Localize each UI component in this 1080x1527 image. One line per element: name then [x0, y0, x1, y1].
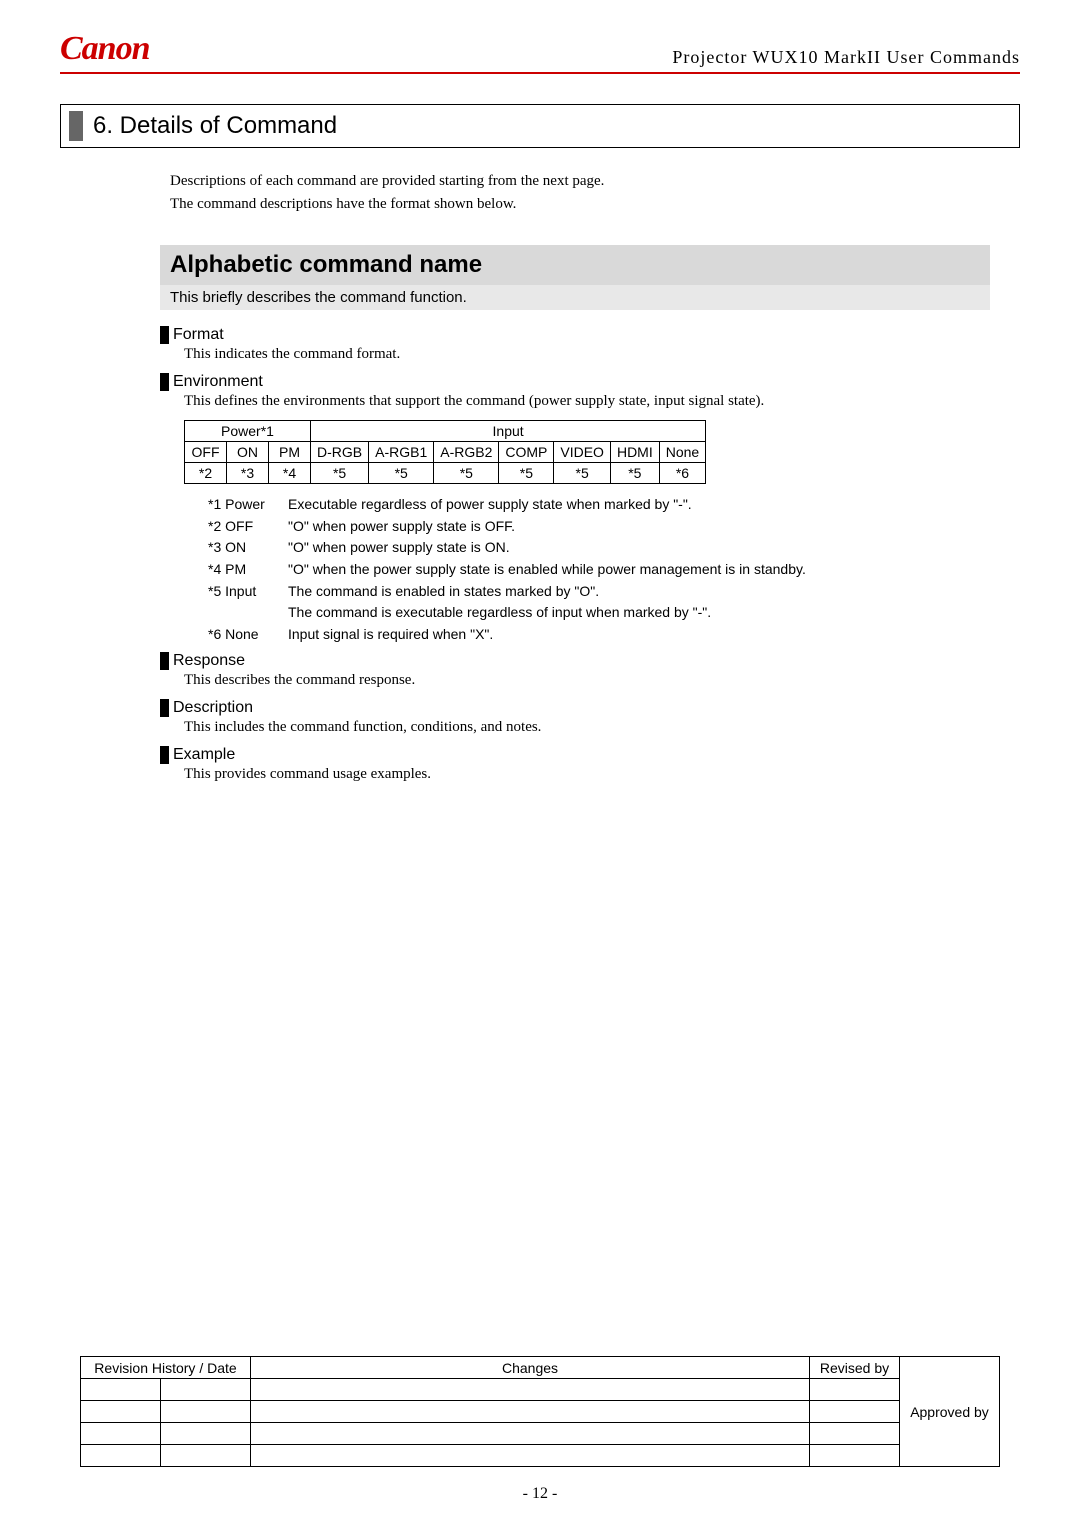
response-desc: This describes the command response.	[184, 672, 1020, 689]
format-desc: This indicates the command format.	[184, 346, 1020, 363]
env-val: *5	[369, 463, 434, 484]
note-val: The command is executable regardless of …	[288, 602, 711, 624]
note-key: *1 Power	[208, 494, 288, 516]
format-label: Format	[173, 326, 224, 344]
description-desc: This includes the command function, cond…	[184, 719, 1020, 736]
command-brief: This briefly describes the command funct…	[160, 285, 990, 310]
page-number: - 12 -	[0, 1485, 1080, 1503]
format-heading: Format	[160, 326, 1020, 344]
env-col: ON	[227, 442, 269, 463]
example-desc: This provides command usage examples.	[184, 766, 1020, 783]
page-header: Canon Projector WUX10 MarkII User Comman…	[60, 30, 1020, 74]
env-val: *2	[185, 463, 227, 484]
rev-header: Revision History / Date	[81, 1357, 251, 1379]
env-group-power: Power*1	[185, 421, 311, 442]
note-row: *2 OFF "O" when power supply state is OF…	[208, 516, 1020, 538]
note-row: *3 ON "O" when power supply state is ON.	[208, 537, 1020, 559]
environment-table-wrap: Power*1 Input OFF ON PM D-RGB A-RGB1 A-R…	[184, 420, 1020, 484]
bullet-bar-icon	[160, 652, 169, 670]
env-val: *5	[499, 463, 554, 484]
table-row: *2 *3 *4 *5 *5 *5 *5 *5 *5 *6	[185, 463, 706, 484]
note-row: *4 PM "O" when the power supply state is…	[208, 559, 1020, 581]
table-row	[81, 1401, 1000, 1423]
env-group-input: Input	[311, 421, 706, 442]
rev-header: Approved by	[900, 1357, 1000, 1467]
env-val: *5	[610, 463, 659, 484]
note-key: *4 PM	[208, 559, 288, 581]
section-heading-box: 6. Details of Command	[60, 104, 1020, 148]
table-row	[81, 1445, 1000, 1467]
bullet-bar-icon	[160, 373, 169, 391]
env-val: *4	[269, 463, 311, 484]
table-row	[81, 1379, 1000, 1401]
environment-desc: This defines the environments that suppo…	[184, 393, 1020, 410]
note-val: Executable regardless of power supply st…	[288, 494, 692, 516]
example-heading: Example	[160, 746, 1020, 764]
env-col: A-RGB2	[434, 442, 499, 463]
env-col: COMP	[499, 442, 554, 463]
env-col: HDMI	[610, 442, 659, 463]
note-key: *5 Input	[208, 581, 288, 603]
document-title: Projector WUX10 MarkII User Commands	[672, 47, 1020, 68]
revision-table: Revision History / Date Changes Revised …	[80, 1356, 1000, 1467]
note-val: "O" when power supply state is ON.	[288, 537, 510, 559]
section-bar-icon	[69, 111, 83, 141]
example-label: Example	[173, 746, 235, 764]
env-col: PM	[269, 442, 311, 463]
env-val: *5	[554, 463, 611, 484]
note-val: "O" when the power supply state is enabl…	[288, 559, 806, 581]
env-val: *5	[434, 463, 499, 484]
env-val: *5	[311, 463, 369, 484]
rev-header: Changes	[251, 1357, 810, 1379]
rev-header: Revised by	[810, 1357, 900, 1379]
note-key	[208, 602, 288, 624]
revision-table-wrap: Revision History / Date Changes Revised …	[80, 1356, 1000, 1467]
table-row: Power*1 Input	[185, 421, 706, 442]
brand-logo: Canon	[60, 30, 150, 68]
bullet-bar-icon	[160, 746, 169, 764]
note-key: *3 ON	[208, 537, 288, 559]
note-row: The command is executable regardless of …	[208, 602, 1020, 624]
bullet-bar-icon	[160, 699, 169, 717]
response-label: Response	[173, 652, 245, 670]
environment-notes: *1 Power Executable regardless of power …	[208, 494, 1020, 646]
env-val: *6	[659, 463, 705, 484]
table-row: OFF ON PM D-RGB A-RGB1 A-RGB2 COMP VIDEO…	[185, 442, 706, 463]
note-key: *6 None	[208, 624, 288, 646]
note-row: *5 Input The command is enabled in state…	[208, 581, 1020, 603]
note-val: The command is enabled in states marked …	[288, 581, 599, 603]
note-key: *2 OFF	[208, 516, 288, 538]
intro-text: Descriptions of each command are provide…	[170, 170, 1020, 215]
note-row: *6 None Input signal is required when "X…	[208, 624, 1020, 646]
env-col: OFF	[185, 442, 227, 463]
note-val: "O" when power supply state is OFF.	[288, 516, 515, 538]
description-heading: Description	[160, 699, 1020, 717]
environment-table: Power*1 Input OFF ON PM D-RGB A-RGB1 A-R…	[184, 420, 706, 484]
intro-line: Descriptions of each command are provide…	[170, 170, 1020, 193]
env-val: *3	[227, 463, 269, 484]
description-label: Description	[173, 699, 253, 717]
env-col: A-RGB1	[369, 442, 434, 463]
intro-line: The command descriptions have the format…	[170, 193, 1020, 216]
command-format-box: Alphabetic command name This briefly des…	[160, 245, 990, 310]
bullet-bar-icon	[160, 326, 169, 344]
note-val: Input signal is required when "X".	[288, 624, 493, 646]
env-col: VIDEO	[554, 442, 611, 463]
section-title: 6. Details of Command	[93, 112, 337, 140]
env-col: None	[659, 442, 705, 463]
note-row: *1 Power Executable regardless of power …	[208, 494, 1020, 516]
environment-label: Environment	[173, 373, 263, 391]
response-heading: Response	[160, 652, 1020, 670]
environment-heading: Environment	[160, 373, 1020, 391]
env-col: D-RGB	[311, 442, 369, 463]
table-row: Revision History / Date Changes Revised …	[81, 1357, 1000, 1379]
command-name-title: Alphabetic command name	[160, 245, 990, 285]
table-row	[81, 1423, 1000, 1445]
